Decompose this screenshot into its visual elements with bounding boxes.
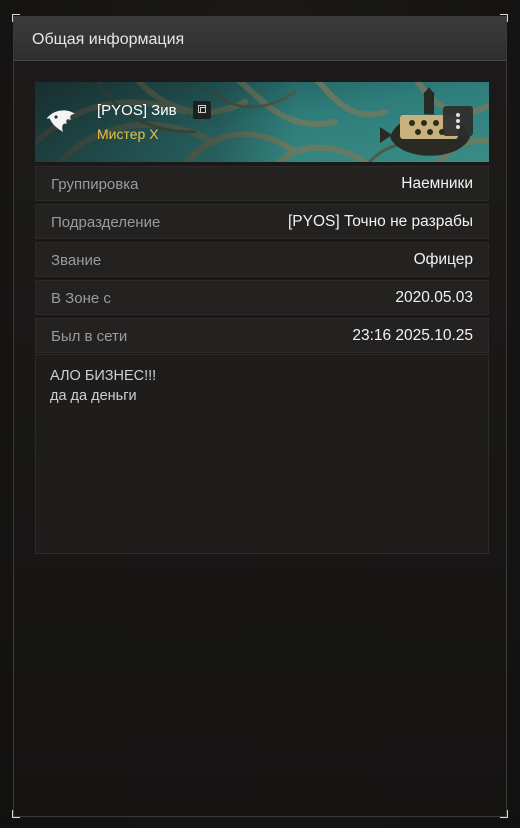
note-line: АЛО БИЗНЕС!!! [50, 368, 157, 384]
player-name: [PYOS] Зив [97, 102, 177, 119]
window-frame: Общая информация [PYOS] Зив Мистер X Гру… [0, 0, 520, 828]
eagle-emblem-icon [46, 108, 77, 136]
note-line: да да деньги [50, 388, 137, 404]
info-value: 2020.05.03 [395, 289, 473, 306]
info-row-rank: Звание Офицер [35, 242, 489, 277]
info-label: Подразделение [51, 214, 161, 231]
info-label: Группировка [51, 176, 139, 193]
copy-icon[interactable] [193, 101, 211, 119]
info-label: Был в сети [51, 328, 128, 345]
info-value: Офицер [413, 251, 473, 268]
panel-header: Общая информация [14, 17, 506, 61]
info-row-faction: Группировка Наемники [35, 166, 489, 201]
general-info-panel: Общая информация [PYOS] Зив Мистер X Гру… [13, 16, 507, 817]
info-row-last-online: Был в сети 23:16 2025.10.25 [35, 318, 489, 353]
player-title: Мистер X [97, 126, 159, 142]
more-options-button[interactable] [443, 106, 473, 136]
info-label: В Зоне с [51, 290, 111, 307]
info-value: Наемники [401, 175, 473, 192]
info-row-division: Подразделение [PYOS] Точно не разрабы [35, 204, 489, 239]
more-vertical-icon-dot [456, 119, 460, 123]
info-row-in-zone-since: В Зоне с 2020.05.03 [35, 280, 489, 315]
info-label: Звание [51, 252, 102, 269]
info-value: [PYOS] Точно не разрабы [287, 213, 473, 230]
more-vertical-icon-dot [456, 125, 460, 129]
more-vertical-icon [456, 113, 460, 117]
info-value: 23:16 2025.10.25 [352, 327, 473, 344]
panel-title: Общая информация [32, 31, 185, 48]
profile-status-note: АЛО БИЗНЕС!!! да да деньги [35, 354, 489, 554]
profile-banner: [PYOS] Зив Мистер X [35, 82, 489, 162]
